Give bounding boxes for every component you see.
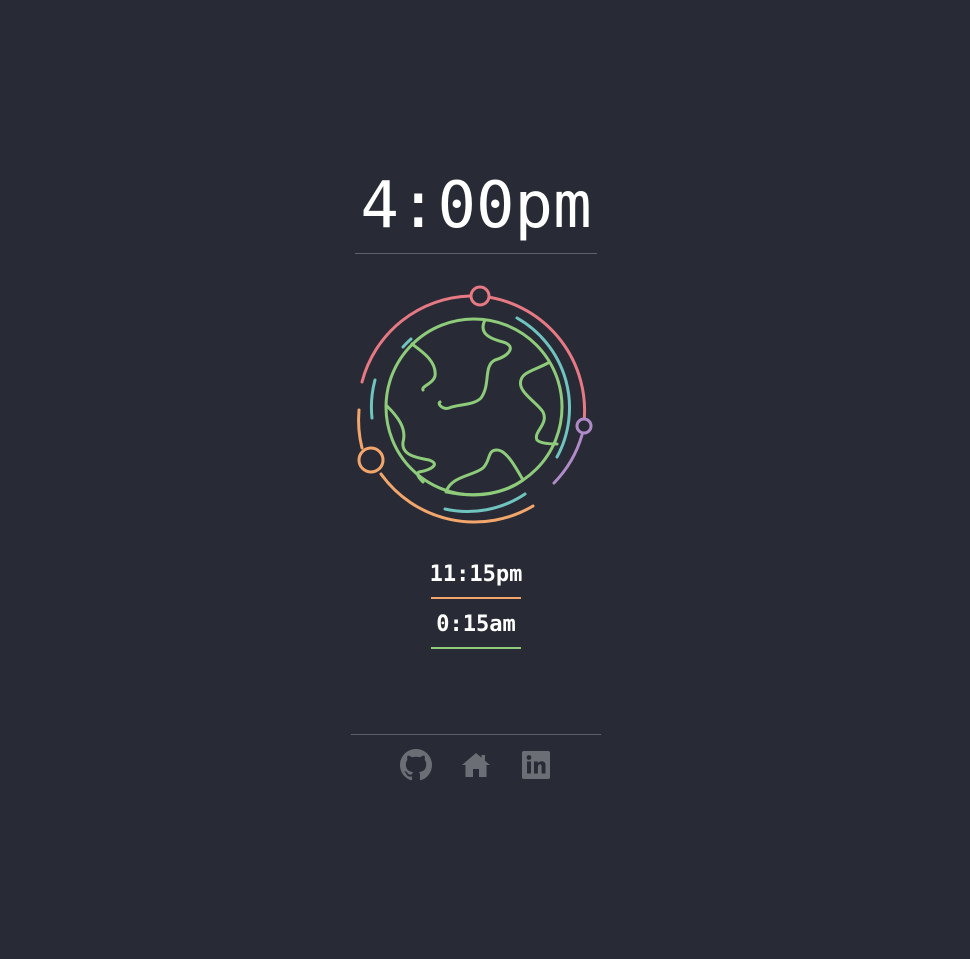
outer-ring-purple [552,433,584,485]
github-link[interactable] [396,747,436,783]
timezone-1-time: 11:15pm [429,562,523,587]
home-link[interactable] [456,747,496,783]
footer-divider [351,734,601,735]
timezone-2-time: 0:15am [436,612,516,637]
outer-ring-orange [357,408,364,450]
timezone-2-underline [431,647,521,649]
main-time: 4:00pm [360,169,592,243]
globe-logo-icon [357,285,593,524]
linkedin-icon [522,751,550,779]
orbit-dot-orange [357,446,385,474]
inner-ring-teal-right [515,316,572,459]
inner-ring-teal-left [369,378,377,420]
inner-ring-teal-bottom [443,492,527,513]
orbit-dot-purple [575,417,593,435]
continent-south [444,448,525,497]
continent-east [519,361,559,446]
home-icon [462,753,490,777]
footer-links [396,747,556,783]
linkedin-link[interactable] [516,747,556,783]
main-time-divider [355,253,597,254]
timezone-1-underline [431,597,521,599]
github-icon [400,749,432,781]
orbit-dot-red [469,285,491,307]
